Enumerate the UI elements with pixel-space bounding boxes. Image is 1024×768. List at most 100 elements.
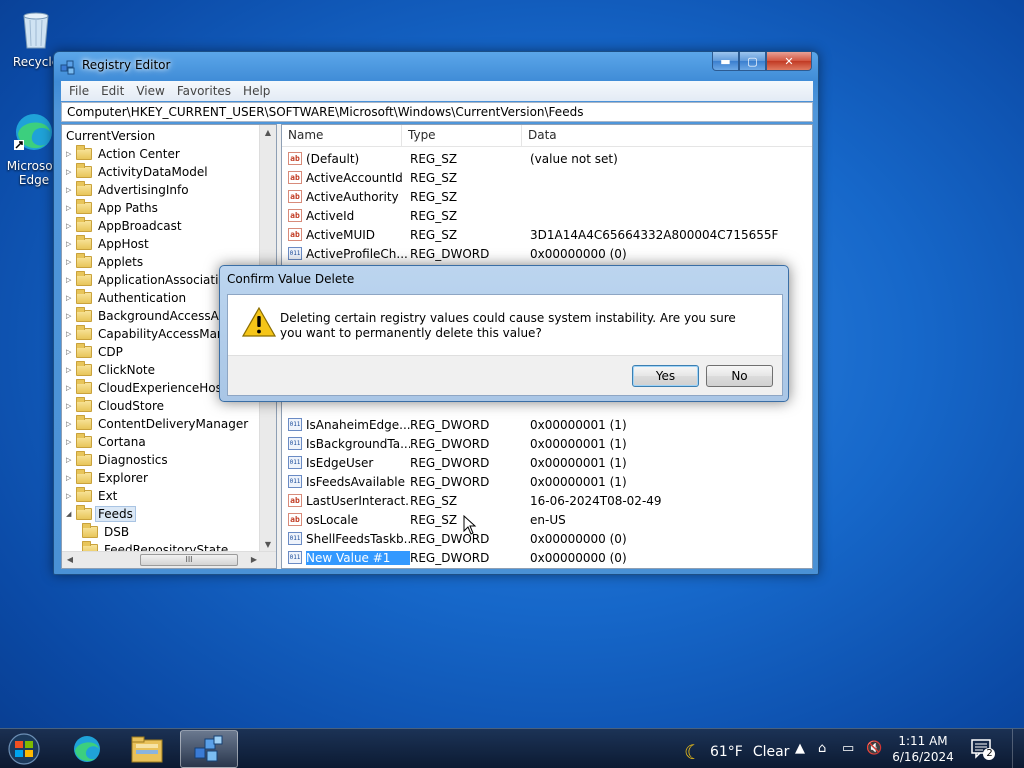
expand-arrow-icon[interactable]: ▷ (66, 384, 76, 392)
value-row[interactable]: 011 New Value #1 REG_DWORD 0x00000000 (0) (282, 548, 812, 567)
address-bar[interactable]: Computer\HKEY_CURRENT_USER\SOFTWARE\Micr… (61, 102, 813, 122)
menu-edit[interactable]: Edit (95, 84, 130, 98)
folder-icon (76, 433, 92, 448)
tree-item-applicationassociationt[interactable]: ▷ ApplicationAssociationT (66, 271, 241, 289)
expand-arrow-icon[interactable]: ▷ (66, 438, 76, 446)
expand-arrow-icon[interactable]: ▷ (66, 474, 76, 482)
show-hidden-icons-chevron-icon[interactable]: ▲ (795, 741, 805, 756)
clock[interactable]: 1:11 AM 6/16/2024 (890, 733, 956, 765)
expand-arrow-icon[interactable]: ▷ (66, 240, 76, 248)
maximize-button[interactable]: ▢ (739, 52, 766, 71)
menu-view[interactable]: View (130, 84, 170, 98)
expand-arrow-icon[interactable]: ▷ (66, 330, 76, 338)
value-row[interactable]: 011 IsAnaheimEdge... REG_DWORD 0x00000001 (… (282, 415, 812, 434)
title-bar[interactable]: Registry Editor ▬ ▢ ✕ (54, 52, 818, 80)
scroll-right-icon[interactable]: ▶ (246, 552, 262, 568)
warning-icon (242, 307, 276, 337)
expand-arrow-icon[interactable]: ▷ (66, 168, 76, 176)
value-row[interactable]: ab ActiveAuthority REG_SZ (282, 187, 812, 206)
tree-horizontal-scrollbar[interactable]: ◀ III ▶ (62, 551, 276, 568)
tree-item-cloudstore[interactable]: ▷ CloudStore (66, 397, 164, 415)
value-row[interactable]: ab (Default) REG_SZ (value not set) (282, 149, 812, 168)
tree-item-advertisinginfo[interactable]: ▷ AdvertisingInfo (66, 181, 189, 199)
taskbar-edge-button[interactable] (58, 730, 116, 768)
column-data[interactable]: Data (522, 125, 812, 147)
expand-arrow-icon[interactable]: ▷ (66, 276, 76, 284)
scroll-left-icon[interactable]: ◀ (62, 552, 78, 568)
yes-button[interactable]: Yes (632, 365, 699, 387)
horizontal-scroll-thumb[interactable]: III (140, 554, 238, 566)
expand-arrow-icon[interactable]: ▷ (66, 150, 76, 158)
minimize-button[interactable]: ▬ (712, 52, 739, 71)
expand-arrow-icon[interactable]: ▷ (66, 366, 76, 374)
value-row[interactable]: ab ActiveMUID REG_SZ 3D1A14A4C65664332A8000… (282, 225, 812, 244)
scroll-up-icon[interactable]: ▲ (260, 125, 276, 141)
tree-item-ext[interactable]: ▷ Ext (66, 487, 117, 505)
string-value-icon: ab (288, 513, 302, 526)
volume-muted-icon[interactable]: 🔇 (866, 741, 882, 756)
expand-arrow-icon[interactable]: ▷ (66, 294, 76, 302)
expand-arrow-icon[interactable]: ▷ (66, 456, 76, 464)
expand-arrow-icon[interactable]: ▷ (66, 258, 76, 266)
column-type[interactable]: Type (402, 125, 522, 147)
expand-arrow-icon[interactable]: ▷ (66, 420, 76, 428)
start-orb-icon[interactable] (6, 732, 42, 766)
tree-item-applets[interactable]: ▷ Applets (66, 253, 143, 271)
expand-arrow-icon[interactable]: ▷ (66, 204, 76, 212)
expand-arrow-icon[interactable]: ▷ (66, 348, 76, 356)
expand-arrow-icon[interactable]: ▷ (66, 222, 76, 230)
menu-help[interactable]: Help (237, 84, 276, 98)
value-row[interactable]: 011 IsFeedsAvailable REG_DWORD 0x00000001 (… (282, 472, 812, 491)
tree-item-feeds[interactable]: ◢ Feeds (66, 505, 136, 523)
tree-item-clicknote[interactable]: ▷ ClickNote (66, 361, 155, 379)
expand-arrow-icon[interactable]: ▷ (66, 492, 76, 500)
weather-widget[interactable]: ☾ 61°F Clear (684, 740, 789, 764)
tree-item-label: CloudStore (98, 399, 164, 413)
expand-arrow-icon[interactable]: ▷ (66, 312, 76, 320)
expand-arrow-icon[interactable]: ▷ (66, 402, 76, 410)
value-row[interactable]: 011 ShellFeedsTaskb... REG_DWORD 0x00000000… (282, 529, 812, 548)
tree-item-appbroadcast[interactable]: ▷ AppBroadcast (66, 217, 182, 235)
tree-item-activitydatamodel[interactable]: ▷ ActivityDataModel (66, 163, 208, 181)
taskbar-explorer-button[interactable] (118, 730, 176, 768)
tree-item-contentdeliverymanager[interactable]: ▷ ContentDeliveryManager (66, 415, 248, 433)
value-row[interactable]: 011 IsBackgroundTa... REG_DWORD 0x00000001 … (282, 434, 812, 453)
value-type: REG_SZ (410, 208, 458, 223)
tree-item-diagnostics[interactable]: ▷ Diagnostics (66, 451, 168, 469)
expand-arrow-icon[interactable]: ▷ (66, 186, 76, 194)
tree-item-backgroundaccessappli[interactable]: ▷ BackgroundAccessAppli (66, 307, 241, 325)
column-name[interactable]: Name (282, 125, 402, 147)
tree-item-explorer[interactable]: ▷ Explorer (66, 469, 148, 487)
recycle-bin-icon (23, 12, 49, 49)
tree-item-dsb[interactable]: DSB (82, 523, 129, 541)
network-icon[interactable]: ⌂ (818, 741, 826, 756)
tree-item-cortana[interactable]: ▷ Cortana (66, 433, 146, 451)
folder-icon (76, 469, 92, 484)
taskbar-regedit-button[interactable] (180, 730, 238, 768)
tree-item-cdp[interactable]: ▷ CDP (66, 343, 123, 361)
display-icon[interactable]: ▭ (842, 741, 854, 756)
tree-root[interactable]: CurrentVersion (66, 127, 155, 145)
notification-center-button[interactable]: 2 (970, 737, 996, 761)
value-data: 0x00000000 (0) (530, 531, 627, 546)
no-button[interactable]: No (706, 365, 773, 387)
menu-favorites[interactable]: Favorites (171, 84, 237, 98)
value-row[interactable]: ab ActiveAccountId REG_SZ (282, 168, 812, 187)
expanded-arrow-icon[interactable]: ◢ (66, 510, 76, 518)
folder-icon (76, 361, 92, 376)
menu-file[interactable]: File (63, 84, 95, 98)
tree-item-authentication[interactable]: ▷ Authentication (66, 289, 186, 307)
tree-item-cloudexperiencehost[interactable]: ▷ CloudExperienceHost (66, 379, 227, 397)
value-row[interactable]: ab LastUserInteract... REG_SZ 16-06-2024T08… (282, 491, 812, 510)
tree-item-app-paths[interactable]: ▷ App Paths (66, 199, 158, 217)
close-button[interactable]: ✕ (766, 52, 812, 71)
tree-item-action-center[interactable]: ▷ Action Center (66, 145, 180, 163)
show-desktop-button[interactable] (1012, 729, 1024, 768)
value-row[interactable]: 011 IsEdgeUser REG_DWORD 0x00000001 (1) (282, 453, 812, 472)
tree-item-apphost[interactable]: ▷ AppHost (66, 235, 149, 253)
list-header: Name Type Data (282, 125, 812, 147)
value-row[interactable]: ab ActiveId REG_SZ (282, 206, 812, 225)
value-row[interactable]: ab osLocale REG_SZ en-US (282, 510, 812, 529)
value-type: REG_DWORD (410, 550, 490, 565)
value-row[interactable]: 011 ActiveProfileCh... REG_DWORD 0x00000000… (282, 244, 812, 263)
